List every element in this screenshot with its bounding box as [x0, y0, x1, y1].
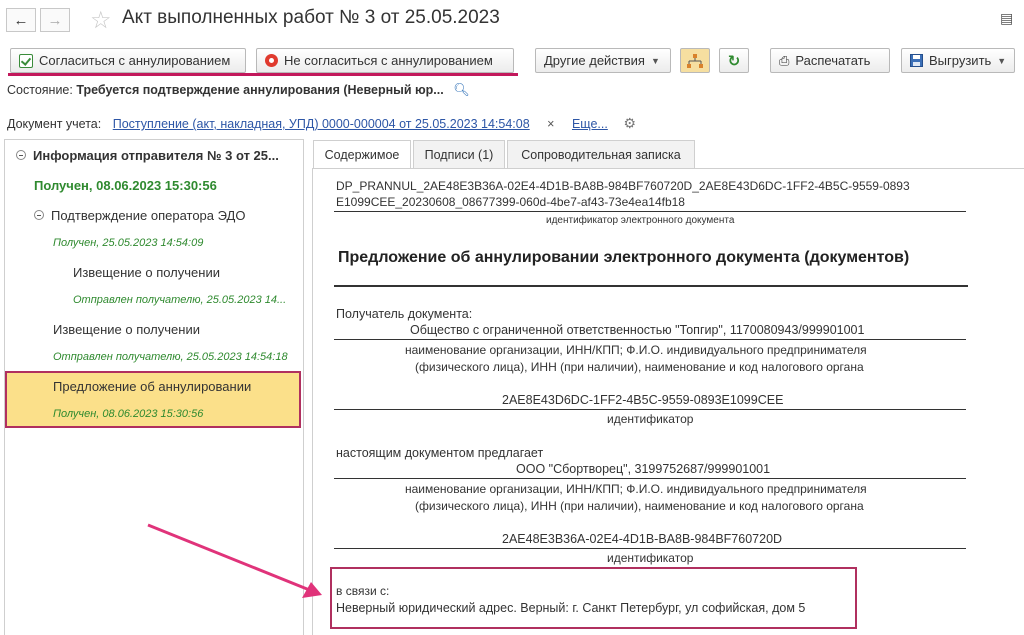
state-value: Требуется подтверждение аннулирования (Н…	[76, 83, 444, 97]
hierarchy-icon	[687, 53, 703, 68]
window-title: Акт выполненных работ № 3 от 25.05.2023	[122, 7, 500, 28]
tree-item-root[interactable]: Информация отправителя № 3 от 25...	[16, 148, 279, 163]
print-label: Распечатать	[795, 53, 871, 68]
proposes-label: настоящим документом предлагает	[336, 446, 544, 460]
structure-button[interactable]	[680, 48, 710, 73]
doc-ref-link[interactable]: Поступление (акт, накладная, УПД) 0000-0…	[113, 117, 530, 131]
tree-notice-2-status: Отправлен получателю, 25.05.2023 14:54:1…	[53, 351, 288, 363]
reason-value: Неверный юридический адрес. Верный: г. С…	[336, 601, 806, 615]
print-icon[interactable]: ▤	[1000, 10, 1013, 27]
doc-id-caption: идентификатор электронного документа	[546, 215, 735, 226]
favorite-star-icon[interactable]: ☆	[90, 6, 112, 35]
divider	[334, 478, 966, 479]
stop-icon	[265, 54, 278, 67]
back-button[interactable]: ←	[6, 8, 36, 32]
tab-content[interactable]: Содержимое	[313, 140, 411, 169]
sender-value: ООО "Сбортворец", 3199752687/999901001	[516, 462, 771, 476]
reason-highlight	[330, 567, 857, 629]
tab-cover-note[interactable]: Сопроводительная записка	[507, 140, 695, 168]
save-icon	[910, 54, 923, 67]
other-actions-label: Другие действия	[544, 53, 645, 68]
state-label: Состояние:	[7, 83, 73, 97]
refresh-button[interactable]: ↻	[719, 48, 749, 73]
export-button[interactable]: Выгрузить ▼	[901, 48, 1015, 73]
title-bar: ← → ☆ Акт выполненных работ № 3 от 25.05…	[0, 0, 1024, 40]
reason-label: в связи с:	[336, 584, 390, 598]
tree-item-notice-1[interactable]: Извещение о получении	[73, 265, 220, 280]
disagree-annulment-button[interactable]: Не согласиться с аннулированием	[256, 48, 514, 73]
collapse-icon[interactable]	[34, 210, 44, 220]
divider	[334, 409, 966, 410]
state-line: Состояние: Требуется подтверждение аннул…	[7, 82, 470, 98]
doc-id-line-1: DP_PRANNUL_2AE48E3B36A-02E4-4D1B-BA8B-98…	[336, 179, 910, 193]
divider	[334, 211, 966, 212]
doc-id-line-2: E1099CEE_20230608_08677399-060d-4be7-af4…	[336, 195, 685, 209]
agree-label: Согласиться с аннулированием	[39, 53, 231, 68]
tab-signatures[interactable]: Подписи (1)	[413, 140, 505, 168]
tree-item-proposal[interactable]: Предложение об аннулировании	[53, 379, 251, 394]
forward-button[interactable]: →	[40, 8, 70, 32]
recipient-id-caption: идентификатор	[607, 412, 694, 426]
search-icon[interactable]: 🔍︎	[453, 82, 470, 98]
sender-id: 2AE48E3B36A-02E4-4D1B-BA8B-984BF760720D	[502, 532, 783, 546]
recipient-id: 2AE8E43D6DC-1FF2-4B5C-9559-0893E1099CEE	[502, 393, 784, 407]
document-heading: Предложение об аннулировании электронног…	[338, 249, 910, 266]
divider	[334, 285, 968, 287]
agree-icon	[19, 53, 33, 68]
chevron-down-icon: ▼	[650, 55, 660, 66]
tree-root-status: Получен, 08.06.2023 15:30:56	[34, 178, 217, 193]
doc-ref-line: Документ учета: Поступление (акт, наклад…	[7, 115, 636, 132]
divider	[334, 339, 966, 340]
divider	[334, 548, 966, 549]
tree-item-operator[interactable]: Подтверждение оператора ЭДО	[34, 208, 245, 223]
more-link[interactable]: Еще...	[572, 117, 608, 131]
arrow-right-icon: →	[47, 11, 63, 29]
agree-annulment-button[interactable]: Согласиться с аннулированием	[10, 48, 246, 73]
printer-icon: ⎙	[779, 52, 790, 68]
chevron-down-icon: ▼	[997, 55, 1007, 66]
org-caption-1: наименование организации, ИНН/КПП; Ф.И.О…	[405, 343, 867, 357]
tree-notice-1-status: Отправлен получателю, 25.05.2023 14...	[73, 294, 287, 306]
org-caption-4: (физического лица), ИНН (при наличии), н…	[415, 499, 864, 513]
export-label: Выгрузить	[929, 53, 992, 68]
highlight-underline	[8, 73, 518, 76]
org-caption-2: (физического лица), ИНН (при наличии), н…	[415, 360, 864, 374]
arrow-left-icon: ←	[13, 11, 29, 29]
tree-item-notice-2[interactable]: Извещение о получении	[53, 322, 200, 337]
doc-ref-label: Документ учета:	[7, 117, 102, 131]
refresh-icon: ↻	[727, 52, 741, 70]
disagree-label: Не согласиться с аннулированием	[284, 53, 493, 68]
clear-link-icon[interactable]: ×	[547, 117, 554, 131]
other-actions-button[interactable]: Другие действия ▼	[535, 48, 671, 73]
recipient-value: Общество с ограниченной ответственностью…	[410, 323, 865, 337]
recipient-label: Получатель документа:	[336, 307, 473, 321]
tree-proposal-status: Получен, 08.06.2023 15:30:56	[53, 408, 204, 420]
org-caption-3: наименование организации, ИНН/КПП; Ф.И.О…	[405, 482, 867, 496]
sender-id-caption: идентификатор	[607, 551, 694, 565]
print-button[interactable]: ⎙ Распечатать	[770, 48, 890, 73]
tree-operator-status: Получен, 25.05.2023 14:54:09	[53, 237, 204, 249]
gear-icon[interactable]: ⚙︎	[623, 115, 636, 131]
collapse-icon[interactable]	[16, 150, 26, 160]
